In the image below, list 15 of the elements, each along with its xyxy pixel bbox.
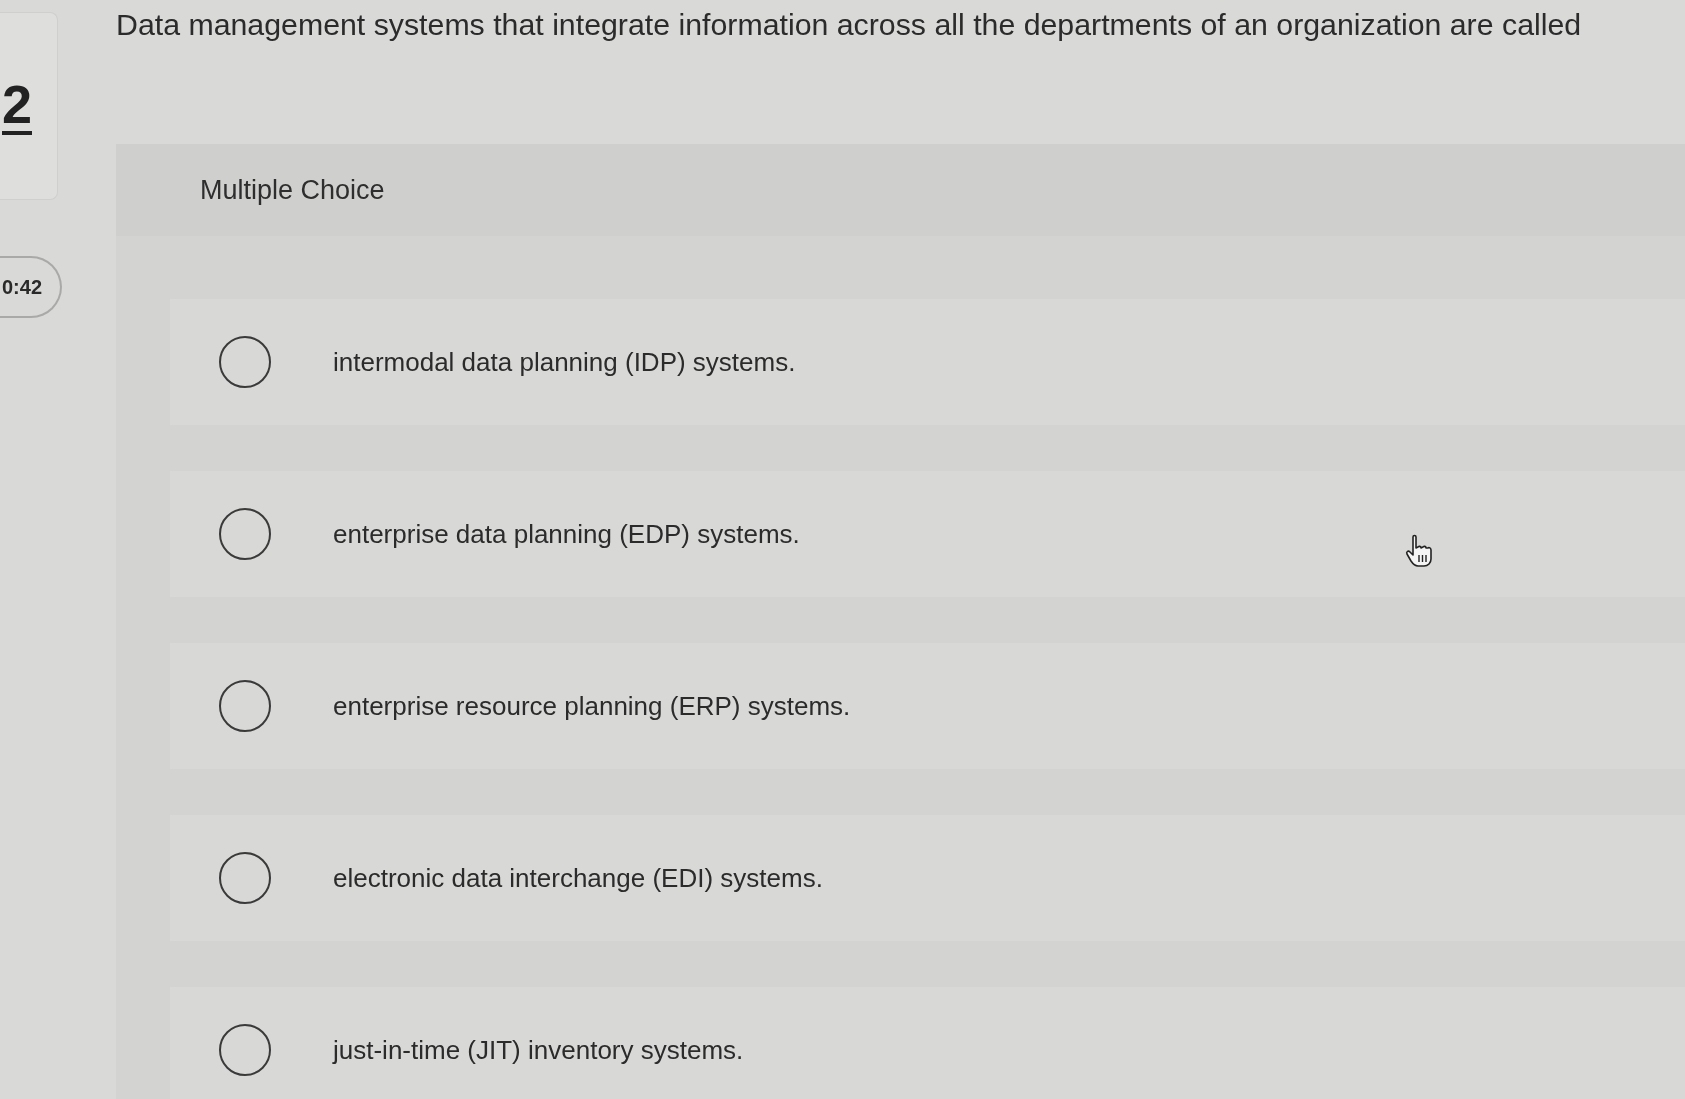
option-label: enterprise data planning (EDP) systems. — [333, 518, 800, 550]
hand-cursor-icon — [1404, 534, 1434, 568]
radio-button[interactable] — [219, 680, 271, 732]
timer-text: 0:42 — [2, 275, 43, 299]
radio-button[interactable] — [219, 852, 271, 904]
radio-button[interactable] — [219, 508, 271, 560]
option-label: just-in-time (JIT) inventory systems. — [333, 1034, 744, 1066]
option-label: intermodal data planning (IDP) systems. — [333, 346, 796, 378]
radio-button[interactable] — [219, 1024, 271, 1076]
option-label: enterprise resource planning (ERP) systems. — [333, 690, 851, 722]
radio-button[interactable] — [219, 336, 271, 388]
option-label: electronic data interchange (EDI) systems. — [333, 862, 823, 894]
question-text: Data management systems that integrate information across all the departments of an organization are called — [116, 7, 1582, 43]
question-number: 2 — [2, 77, 33, 135]
question-type-label: Multiple Choice — [200, 174, 385, 206]
